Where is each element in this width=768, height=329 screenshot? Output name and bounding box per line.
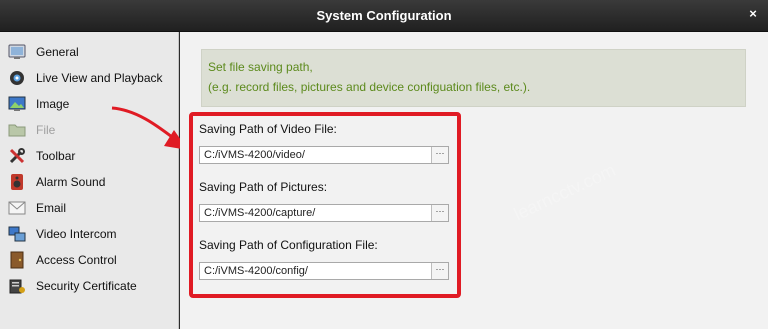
config-path-label: Saving Path of Configuration File: — [199, 238, 378, 252]
video-path-value: C:/iVMS-4200/video/ — [204, 149, 305, 161]
camera-icon — [6, 68, 28, 88]
close-icon[interactable]: × — [744, 5, 762, 23]
email-icon — [6, 198, 28, 218]
sidebar-item-label: Email — [36, 201, 67, 215]
info-box: Set file saving path, (e.g. record files… — [201, 49, 746, 107]
pictures-path-value: C:/iVMS-4200/capture/ — [204, 207, 316, 219]
main-panel: Set file saving path, (e.g. record files… — [180, 32, 768, 329]
pictures-path-browse-button[interactable]: ··· — [431, 205, 448, 221]
info-line-2: (e.g. record files, pictures and device … — [208, 80, 531, 94]
sidebar: General Live View and Playback Image Fil… — [0, 32, 179, 329]
sidebar-item-label: Video Intercom — [36, 227, 117, 241]
config-path-value: C:/iVMS-4200/config/ — [204, 265, 308, 277]
door-icon — [6, 250, 28, 270]
general-icon — [6, 42, 28, 62]
sidebar-item-label: General — [36, 45, 79, 59]
sidebar-item-security-certificate[interactable]: Security Certificate — [6, 274, 176, 298]
info-line-1: Set file saving path, — [208, 60, 313, 74]
title-bar: System Configuration × — [0, 0, 768, 32]
system-configuration-window: System Configuration × General Live View… — [0, 0, 768, 329]
config-path-browse-button[interactable]: ··· — [431, 263, 448, 279]
folder-icon — [6, 120, 28, 140]
sidebar-item-alarm-sound[interactable]: Alarm Sound — [6, 170, 176, 194]
config-path-field[interactable]: C:/iVMS-4200/config/ ··· — [199, 262, 449, 280]
sidebar-item-access-control[interactable]: Access Control — [6, 248, 176, 272]
pictures-path-field[interactable]: C:/iVMS-4200/capture/ ··· — [199, 204, 449, 222]
sidebar-item-label: Security Certificate — [36, 279, 137, 293]
pictures-path-label: Saving Path of Pictures: — [199, 180, 328, 194]
intercom-icon — [6, 224, 28, 244]
sidebar-item-email[interactable]: Email — [6, 196, 176, 220]
video-path-browse-button[interactable]: ··· — [431, 147, 448, 163]
sidebar-item-video-intercom[interactable]: Video Intercom — [6, 222, 176, 246]
certificate-icon — [6, 276, 28, 296]
tools-icon — [6, 146, 28, 166]
image-icon — [6, 94, 28, 114]
window-title: System Configuration — [316, 8, 452, 23]
sidebar-item-label: Access Control — [36, 253, 117, 267]
sidebar-item-label: Alarm Sound — [36, 175, 106, 189]
sidebar-item-label: Image — [36, 97, 70, 111]
sidebar-item-label: File — [36, 123, 56, 137]
watermark: learncctv.com — [510, 159, 619, 225]
video-path-label: Saving Path of Video File: — [199, 122, 337, 136]
speaker-icon — [6, 172, 28, 192]
sidebar-item-label: Toolbar — [36, 149, 76, 163]
sidebar-item-live-view[interactable]: Live View and Playback — [6, 66, 176, 90]
sidebar-item-general[interactable]: General — [6, 40, 176, 64]
sidebar-item-label: Live View and Playback — [36, 71, 163, 85]
video-path-field[interactable]: C:/iVMS-4200/video/ ··· — [199, 146, 449, 164]
